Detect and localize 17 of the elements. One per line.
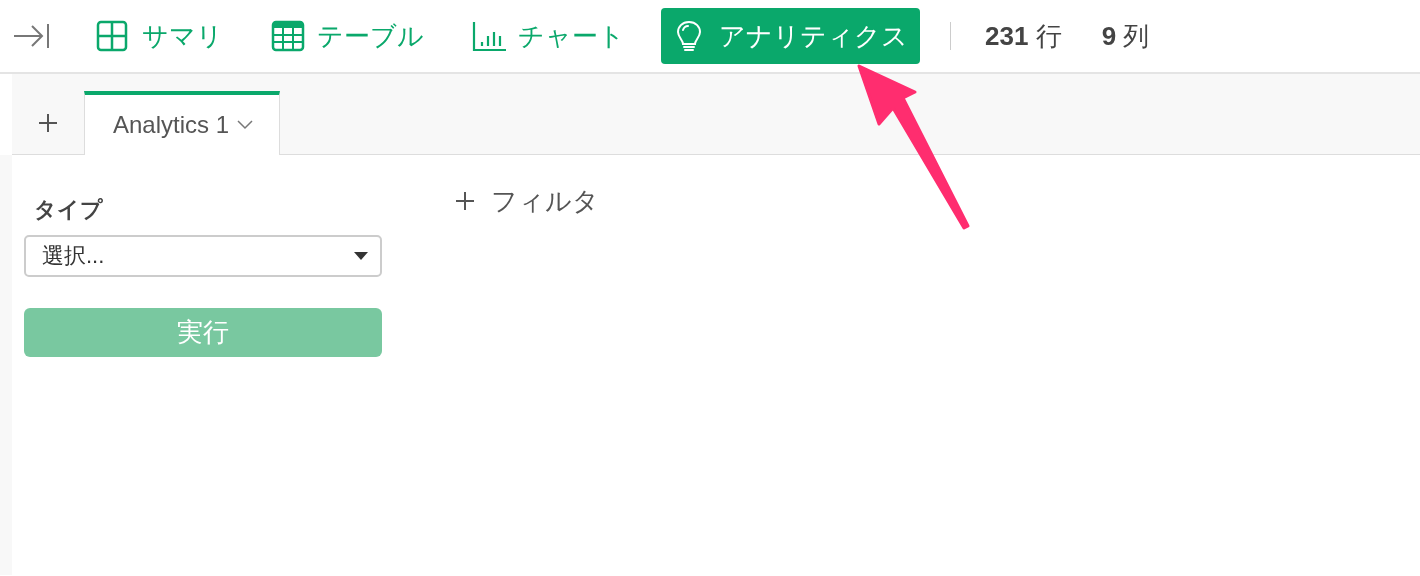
row-count: 231 行 [985,19,1062,53]
view-tab[interactable]: アナリティクス [661,8,920,64]
type-label: タイプ [34,196,104,224]
add-filter-button[interactable]: フィルタ [455,183,599,219]
view-tab[interactable]: サマリ [84,8,235,64]
caret-icon [354,252,368,260]
plus-icon [455,191,475,211]
chevron-down-icon [237,120,254,130]
column-count: 9 列 [1101,19,1150,53]
view-tab[interactable]: チャート [460,8,637,64]
plus-icon [38,113,58,133]
type-select[interactable]: 選択... [24,235,382,277]
view-tab[interactable]: テーブル [259,8,436,64]
analysis-tab[interactable]: Analytics 1 [84,91,281,155]
bar-chart-icon [472,20,508,52]
table-icon [271,20,307,52]
collapse-sidebar-icon[interactable] [12,21,52,51]
